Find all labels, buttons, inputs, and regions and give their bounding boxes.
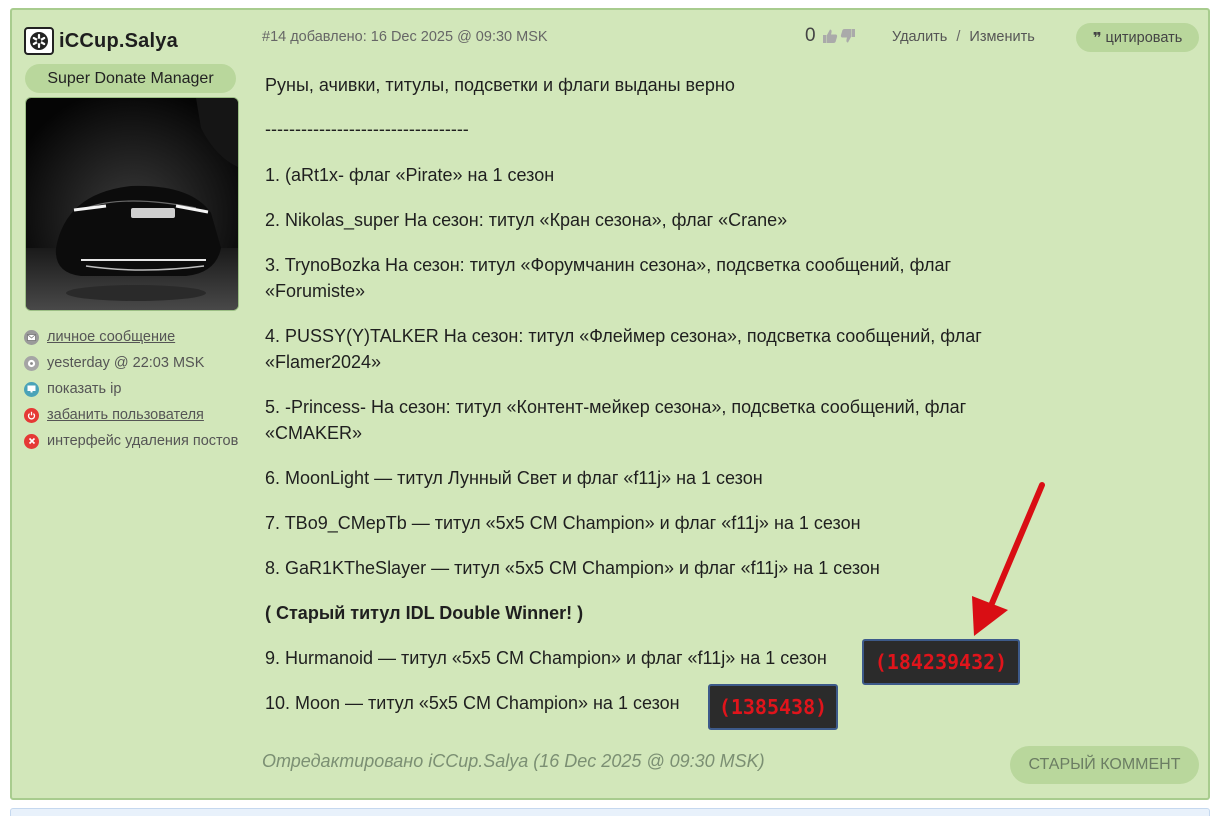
author-name[interactable]: iCCup.Salya bbox=[59, 30, 178, 53]
highlight-code-box: (184239432) bbox=[862, 639, 1020, 685]
monitor-icon bbox=[24, 381, 39, 397]
post-line: 3. TrynoBozka На сезон: титул «Форумчани… bbox=[265, 255, 952, 275]
rating-count: 0 bbox=[805, 25, 816, 46]
post-line: 6. MoonLight — титул Лунный Свет и флаг … bbox=[265, 468, 763, 488]
edit-post-link[interactable]: Изменить bbox=[969, 29, 1034, 45]
edited-note: Отредактировано iCCup.Salya (16 Dec 2025… bbox=[262, 751, 765, 771]
power-icon bbox=[24, 407, 39, 423]
thumbs-up-icon[interactable] bbox=[822, 28, 838, 44]
post-line: ---------------------------------- bbox=[265, 119, 469, 139]
private-message-link[interactable]: личное сообщение bbox=[24, 324, 264, 350]
thumbs-down-icon[interactable] bbox=[840, 28, 856, 44]
ban-user-label[interactable]: забанить пользователя bbox=[47, 407, 204, 423]
private-message-label[interactable]: личное сообщение bbox=[47, 329, 175, 345]
post-line-bold: ( Старый титул IDL Double Winner! ) bbox=[265, 603, 584, 623]
post-rating: 0 bbox=[805, 25, 858, 47]
last-seen-label: yesterday @ 22:03 MSK bbox=[47, 355, 205, 371]
post-line: Руны, ачивки, титулы, подсветки и флаги … bbox=[265, 75, 735, 95]
message-icon bbox=[24, 329, 39, 345]
iccup-logo-icon bbox=[24, 27, 54, 55]
highlight-code-box: (1385438) bbox=[708, 684, 838, 730]
quote-icon: ❞ bbox=[1092, 29, 1102, 47]
post-line: 2. Nikolas_super На сезон: титул «Кран с… bbox=[265, 210, 788, 230]
author-line: iCCup.Salya bbox=[24, 27, 178, 55]
close-circle-icon bbox=[24, 433, 39, 449]
clock-icon bbox=[24, 355, 39, 371]
post-line: 5. -Princess- На сезон: титул «Контент-м… bbox=[265, 397, 967, 417]
author-actions: личное сообщение yesterday @ 22:03 MSK п… bbox=[24, 324, 264, 454]
post-line: «CMAKER» bbox=[265, 423, 363, 443]
post-meta: #14 добавлено: 16 Dec 2025 @ 09:30 MSK bbox=[262, 29, 548, 45]
next-post-edge bbox=[10, 808, 1210, 816]
actions-separator: / bbox=[956, 29, 961, 45]
show-ip-label[interactable]: показать ip bbox=[47, 381, 121, 397]
quote-button-label: цитировать bbox=[1105, 29, 1183, 46]
post-line: «Flamer2024» bbox=[265, 352, 382, 372]
post-line: 1. (aRt1x- флаг «Pirate» на 1 сезон bbox=[265, 165, 555, 185]
forum-post: iCCup.Salya Super Donate Manager личное … bbox=[10, 8, 1210, 800]
post-actions: Удалить / Изменить bbox=[892, 29, 1035, 45]
delete-posts-link[interactable]: интерфейс удаления постов bbox=[24, 428, 264, 454]
quote-button[interactable]: ❞ цитировать bbox=[1076, 23, 1199, 52]
post-line: «Forumiste» bbox=[265, 281, 366, 301]
post-line: 10. Moon — титул «5x5 CM Champion» на 1 … bbox=[265, 693, 680, 713]
last-seen: yesterday @ 22:03 MSK bbox=[24, 350, 264, 376]
avatar[interactable] bbox=[25, 97, 239, 311]
delete-post-link[interactable]: Удалить bbox=[892, 29, 947, 45]
role-badge: Super Donate Manager bbox=[25, 64, 236, 93]
ban-user-link[interactable]: забанить пользователя bbox=[24, 402, 264, 428]
delete-posts-label[interactable]: интерфейс удаления постов bbox=[47, 433, 238, 449]
post-line: 7. TBo9_CMepTb — титул «5x5 CM Champion»… bbox=[265, 513, 861, 533]
old-comment-button[interactable]: СТАРЫЙ КОММЕНТ bbox=[1010, 746, 1199, 784]
show-ip-link[interactable]: показать ip bbox=[24, 376, 264, 402]
post-line: 8. GaR1KTheSlayer — титул «5x5 CM Champi… bbox=[265, 558, 880, 578]
post-line: 9. Hurmanoid — титул «5x5 CM Champion» и… bbox=[265, 648, 827, 668]
post-line: 4. PUSSY(Y)TALKER На сезон: титул «Флейм… bbox=[265, 326, 982, 346]
